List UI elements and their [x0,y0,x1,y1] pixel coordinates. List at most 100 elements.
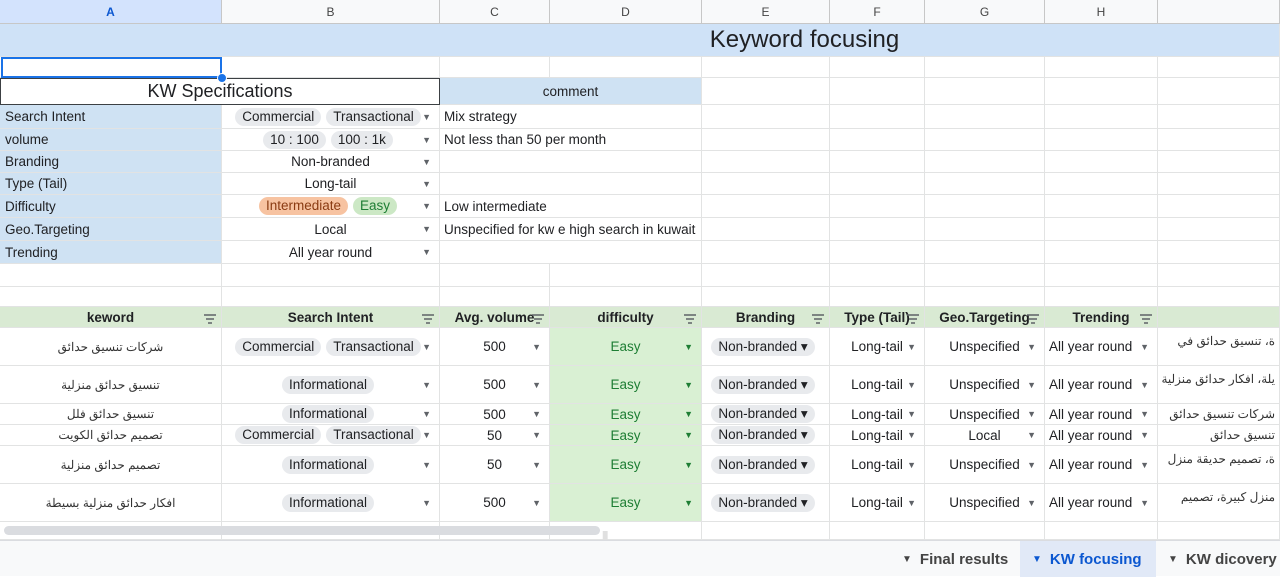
empty-cell[interactable] [440,57,550,78]
dropdown-arrow-icon[interactable]: ▼ [1140,460,1149,470]
trending-dropdown[interactable]: All year round ▼ [1045,425,1158,446]
empty-cell[interactable] [1158,129,1280,151]
filter-icon[interactable] [531,312,545,324]
empty-cell[interactable] [702,57,830,78]
keyword-cell[interactable]: افكار حدائق منزلية بسيطة [0,484,222,522]
empty-cell[interactable] [222,57,440,78]
spec-comment[interactable]: Low intermediate [440,195,702,218]
empty-cell[interactable] [925,129,1045,151]
dropdown-arrow-icon[interactable]: ▼ [1027,342,1036,352]
column-header-i[interactable] [1158,0,1280,24]
empty-cell[interactable] [550,264,702,287]
keyword-cell[interactable]: تنسيق حدائق منزلية [0,366,222,404]
difficulty-dropdown[interactable]: Easy ▼ [550,404,702,425]
filter-icon[interactable] [421,312,435,324]
empty-cell[interactable] [1158,264,1280,287]
branding-chip-dropdown[interactable]: Non-branded ▾ [702,328,830,366]
empty-cell[interactable] [1045,218,1158,241]
search-intent-dropdown[interactable]: Informational ▼ [222,366,440,404]
column-header-c[interactable]: C [440,0,550,24]
dropdown-arrow-icon[interactable]: ▼ [1027,380,1036,390]
keyword-cell[interactable]: تنسيق حدائق فلل [0,404,222,425]
empty-cell[interactable] [1045,241,1158,264]
empty-cell[interactable] [1158,241,1280,264]
extra-keywords-cell[interactable]: تنسيق حدائق [1158,425,1280,446]
empty-cell[interactable] [830,287,925,307]
empty-cell[interactable] [222,287,440,307]
trending-dropdown[interactable]: All year round ▼ [1045,484,1158,522]
empty-cell[interactable] [702,195,830,218]
difficulty-dropdown[interactable]: Easy ▼ [550,484,702,522]
volume-dropdown[interactable]: 50 ▼ [440,425,550,446]
empty-cell[interactable] [925,195,1045,218]
dropdown-arrow-icon[interactable]: ▼ [1140,380,1149,390]
empty-cell[interactable] [222,264,440,287]
tab-kw-focusing[interactable]: ▼ KW focusing [1020,541,1156,577]
empty-cell[interactable] [1045,105,1158,129]
branding-chip-dropdown[interactable]: Non-branded ▾ [702,446,830,484]
trending-dropdown[interactable]: All year round ▼ [1045,328,1158,366]
dropdown-arrow-icon[interactable]: ▼ [422,112,431,122]
spec-comment[interactable] [440,173,702,195]
difficulty-dropdown[interactable]: Easy ▼ [550,446,702,484]
dropdown-arrow-icon[interactable]: ▼ [422,179,431,189]
empty-cell[interactable] [925,264,1045,287]
empty-cell[interactable] [830,151,925,173]
keyword-cell[interactable]: تصميم حدائق منزلية [0,446,222,484]
empty-cell[interactable] [1045,78,1158,105]
empty-cell[interactable] [925,241,1045,264]
tail-dropdown[interactable]: Long-tail ▼ [830,446,925,484]
tail-dropdown[interactable]: Long-tail ▼ [830,484,925,522]
empty-cell[interactable] [830,57,925,78]
empty-cell[interactable] [830,241,925,264]
empty-cell[interactable] [1045,522,1158,540]
spec-value-dropdown[interactable]: 10 : 100 100 : 1k ▼ [222,129,440,151]
tab-kw-dicovery[interactable]: ▼ KW dicovery [1158,541,1280,577]
spec-comment[interactable] [440,241,702,264]
filter-icon[interactable] [906,312,920,324]
empty-cell[interactable] [1045,173,1158,195]
dropdown-arrow-icon[interactable]: ▼ [684,409,693,419]
tab-final-results[interactable]: ▼ Final results [888,541,1018,577]
geo-dropdown[interactable]: Unspecified ▼ [925,366,1045,404]
dropdown-arrow-icon[interactable]: ▼ [684,380,693,390]
empty-cell[interactable] [925,287,1045,307]
dropdown-arrow-icon[interactable]: ▼ [907,430,916,440]
dropdown-arrow-icon[interactable]: ▼ [532,430,541,440]
volume-dropdown[interactable]: 500 ▼ [440,328,550,366]
empty-cell[interactable] [702,78,830,105]
dropdown-arrow-icon[interactable]: ▼ [684,460,693,470]
spec-comment[interactable] [440,151,702,173]
column-header-h[interactable]: H [1045,0,1158,24]
empty-cell[interactable] [830,129,925,151]
dropdown-arrow-icon[interactable]: ▼ [907,498,916,508]
dropdown-arrow-icon[interactable]: ▼ [1027,409,1036,419]
dropdown-arrow-icon[interactable]: ▼ [422,342,431,352]
branding-chip-dropdown[interactable]: Non-branded ▾ [702,366,830,404]
volume-dropdown[interactable]: 50 ▼ [440,446,550,484]
spec-comment[interactable]: Mix strategy [440,105,702,129]
dropdown-arrow-icon[interactable]: ▼ [422,135,431,145]
empty-cell[interactable] [0,287,222,307]
dropdown-arrow-icon[interactable]: ▼ [684,342,693,352]
dropdown-arrow-icon[interactable]: ▼ [684,430,693,440]
filter-icon[interactable] [1139,312,1153,324]
volume-dropdown[interactable]: 500 ▼ [440,366,550,404]
extra-keywords-cell[interactable]: منزل كبيرة، تصميم [1158,484,1280,522]
empty-cell[interactable] [702,241,830,264]
dropdown-arrow-icon[interactable]: ▼ [1140,342,1149,352]
spec-value-dropdown[interactable]: Non-branded ▼ [222,151,440,173]
branding-chip-dropdown[interactable]: Non-branded ▾ [702,425,830,446]
empty-cell[interactable] [0,264,222,287]
geo-dropdown[interactable]: Unspecified ▼ [925,404,1045,425]
spec-value-dropdown[interactable]: Intermediate Easy ▼ [222,195,440,218]
dropdown-arrow-icon[interactable]: ▼ [422,157,431,167]
geo-dropdown[interactable]: Local ▼ [925,425,1045,446]
spec-value-dropdown[interactable]: All year round ▼ [222,241,440,264]
empty-cell[interactable] [1158,218,1280,241]
empty-cell[interactable] [925,218,1045,241]
trending-dropdown[interactable]: All year round ▼ [1045,404,1158,425]
branding-chip-dropdown[interactable]: Non-branded ▾ [702,404,830,425]
empty-cell[interactable] [1045,287,1158,307]
empty-cell[interactable] [1045,151,1158,173]
